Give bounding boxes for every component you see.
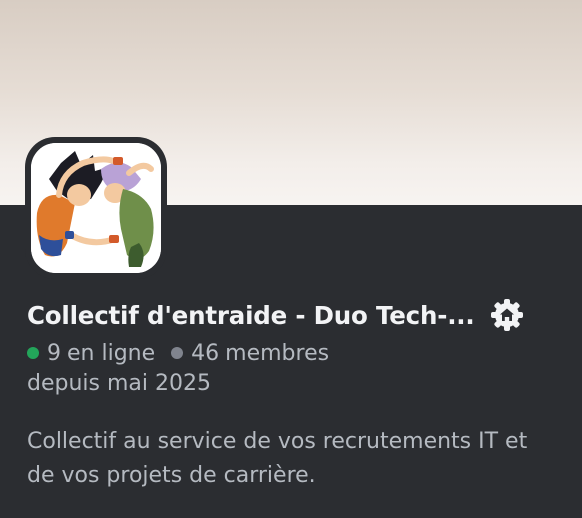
server-name[interactable]: Collectif d'entraide - Duo Tech-... xyxy=(27,301,475,330)
members-status-dot xyxy=(171,347,184,359)
server-stats: 9 en ligne 46 membres xyxy=(27,337,329,369)
server-profile-card: Collectif d'entraide - Duo Tech-... 9 en… xyxy=(0,0,582,518)
online-label: en ligne xyxy=(67,340,156,366)
server-since: depuis mai 2025 xyxy=(27,371,211,396)
server-description: Collectif au service de vos recrutements… xyxy=(27,429,528,488)
member-count: 46 xyxy=(191,340,220,366)
server-avatar-frame xyxy=(25,137,167,279)
online-status-dot xyxy=(27,347,39,359)
online-count: 9 xyxy=(47,340,61,366)
members-stat: 46 membres xyxy=(171,341,329,366)
anime-characters-avatar xyxy=(31,143,161,273)
server-title-row: Collectif d'entraide - Duo Tech-... xyxy=(27,293,525,337)
server-avatar[interactable] xyxy=(31,143,161,273)
online-stat: 9 en ligne xyxy=(27,341,155,366)
community-gear-home-icon[interactable] xyxy=(489,297,525,333)
member-label: membres xyxy=(225,340,330,366)
